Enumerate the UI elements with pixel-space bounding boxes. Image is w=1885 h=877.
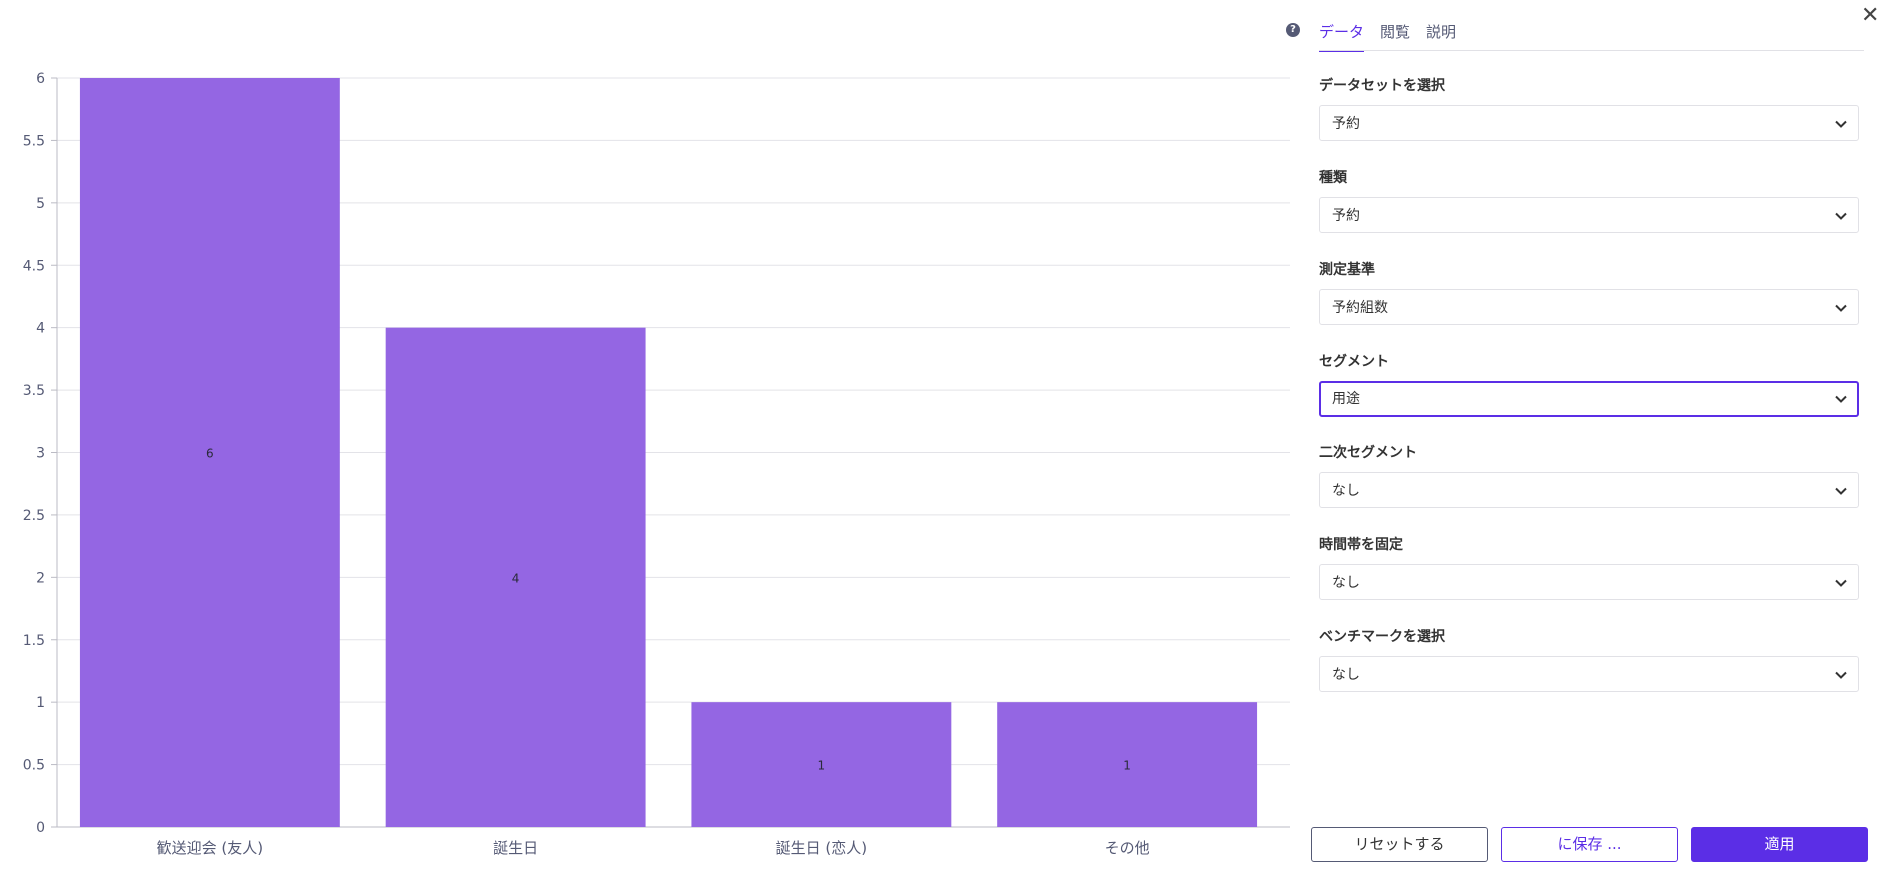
- select-value: なし: [1332, 483, 1360, 499]
- y-tick-label: 4.5: [23, 258, 45, 274]
- y-tick-label: 2: [36, 570, 45, 586]
- metric-select[interactable]: 予約組数: [1319, 289, 1859, 325]
- field-time-range: 時間帯を固定 なし: [1319, 535, 1859, 600]
- close-icon[interactable]: ✕: [1861, 4, 1879, 28]
- y-tick-label: 0: [36, 820, 45, 836]
- field-label: 種類: [1319, 170, 1347, 186]
- select-value: なし: [1332, 575, 1360, 591]
- dataset-select[interactable]: 予約: [1319, 105, 1859, 141]
- y-tick-label: 0.5: [23, 758, 45, 774]
- x-tick-label: その他: [1105, 839, 1150, 857]
- chevron-down-icon: [1835, 120, 1847, 128]
- tab-description[interactable]: 説明: [1426, 22, 1456, 52]
- select-value: 予約組数: [1332, 300, 1388, 316]
- settings-panel: ? データ 閲覧 説明 ✕ データセットを選択 予約 種類 予約 測定基準 予約…: [1283, 0, 1885, 877]
- help-icon[interactable]: ?: [1286, 23, 1300, 37]
- field-label: 二次セグメント: [1319, 445, 1417, 461]
- y-tick-label: 5.5: [23, 133, 45, 149]
- chevron-down-icon: [1835, 304, 1847, 312]
- bar-value-label: 1: [818, 759, 826, 773]
- select-value: なし: [1332, 667, 1360, 683]
- field-label: ベンチマークを選択: [1319, 629, 1445, 645]
- select-value: 予約: [1332, 208, 1360, 224]
- segment-select[interactable]: 用途: [1319, 381, 1859, 417]
- chevron-down-icon: [1835, 487, 1847, 495]
- chevron-down-icon: [1835, 671, 1847, 679]
- chevron-down-icon: [1835, 395, 1847, 403]
- field-label: 時間帯を固定: [1319, 537, 1403, 553]
- chevron-down-icon: [1835, 212, 1847, 220]
- bar-chart: 0 0.5 1 1.5 2 2.5 3 3.5 4 4.5 5 5.5 6 6 歓送迎会 (友人) 4 誕生日 1…: [0, 0, 1300, 877]
- secondary-segment-select[interactable]: なし: [1319, 472, 1859, 508]
- y-tick-label: 3: [36, 446, 45, 462]
- x-tick-label: 誕生日 (恋人): [776, 839, 867, 857]
- save-button[interactable]: に保存 ...: [1501, 827, 1678, 862]
- field-type: 種類 予約: [1319, 168, 1859, 233]
- field-dataset: データセットを選択 予約: [1319, 76, 1859, 141]
- y-tick-label: 2.5: [23, 508, 45, 524]
- select-value: 予約: [1332, 116, 1360, 132]
- type-select[interactable]: 予約: [1319, 197, 1859, 233]
- field-benchmark: ベンチマークを選択 なし: [1319, 627, 1859, 692]
- chevron-down-icon: [1835, 579, 1847, 587]
- time-range-select[interactable]: なし: [1319, 564, 1859, 600]
- y-tick-label: 1.5: [23, 633, 45, 649]
- field-label: 測定基準: [1319, 262, 1375, 278]
- field-label: データセットを選択: [1319, 78, 1445, 94]
- y-tick-label: 3.5: [23, 383, 45, 399]
- field-label: セグメント: [1319, 354, 1389, 370]
- tabs-divider: [1319, 50, 1864, 51]
- x-tick-label: 歓送迎会 (友人): [157, 839, 263, 857]
- y-tick-label: 6: [36, 71, 45, 87]
- tab-view[interactable]: 閲覧: [1380, 22, 1410, 52]
- field-segment: セグメント 用途: [1319, 352, 1859, 417]
- bar-value-label: 4: [512, 571, 520, 585]
- apply-button[interactable]: 適用: [1691, 827, 1868, 862]
- x-tick-label: 誕生日: [493, 839, 538, 857]
- field-secondary-segment: 二次セグメント なし: [1319, 443, 1859, 508]
- benchmark-select[interactable]: なし: [1319, 656, 1859, 692]
- select-value: 用途: [1332, 391, 1360, 407]
- bar-value-label: 1: [1123, 759, 1131, 773]
- reset-button[interactable]: リセットする: [1311, 827, 1488, 862]
- panel-tabs: データ 閲覧 説明: [1319, 22, 1456, 52]
- y-tick-label: 5: [36, 196, 45, 212]
- tab-data[interactable]: データ: [1319, 22, 1365, 52]
- chart-canvas: 0 0.5 1 1.5 2 2.5 3 3.5 4 4.5 5 5.5 6 6 歓送迎会 (友人) 4 誕生日 1…: [23, 71, 1290, 857]
- field-metric: 測定基準 予約組数: [1319, 260, 1859, 325]
- y-tick-label: 4: [36, 321, 45, 337]
- bar-value-label: 6: [206, 447, 214, 461]
- y-tick-label: 1: [36, 695, 45, 711]
